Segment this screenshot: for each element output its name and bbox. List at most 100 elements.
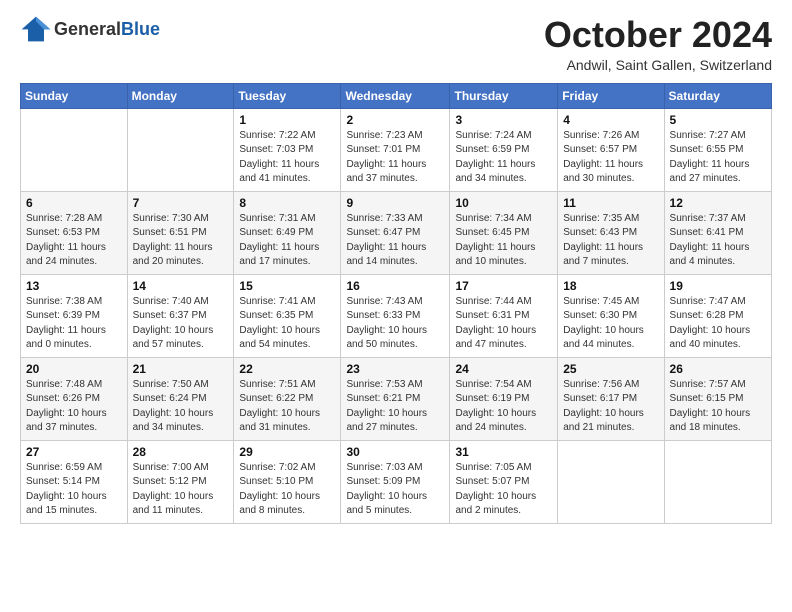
day-number: 2 bbox=[346, 113, 444, 127]
day-info: Sunrise: 7:48 AMSunset: 6:26 PMDaylight:… bbox=[26, 378, 122, 436]
calendar-cell: 16Sunrise: 7:43 AMSunset: 6:33 PMDayligh… bbox=[341, 274, 450, 357]
day-info: Sunrise: 7:34 AMSunset: 6:45 PMDaylight:… bbox=[455, 212, 552, 270]
calendar-cell: 31 Sunrise: 7:05 AMSunset: 5:07 PMDayligh… bbox=[450, 440, 558, 523]
day-number: 16 bbox=[346, 279, 444, 293]
day-info: Sunrise: 7:31 AMSunset: 6:49 PMDaylight:… bbox=[239, 212, 335, 270]
day-number: 24 bbox=[455, 362, 552, 376]
location: Andwil, Saint Gallen, Switzerland bbox=[544, 57, 772, 73]
day-number: 26 bbox=[670, 362, 766, 376]
day-number: 23 bbox=[346, 362, 444, 376]
day-number: 10 bbox=[455, 196, 552, 210]
day-number: 31 bbox=[455, 445, 552, 459]
calendar-cell: 6 Sunrise: 7:28 AMSunset: 6:53 PMDaylight… bbox=[21, 191, 128, 274]
day-info: Sunrise: 7:41 AMSunset: 6:35 PMDaylight:… bbox=[239, 295, 335, 353]
day-info: Sunrise: 7:00 AMSunset: 5:12 PMDaylight:… bbox=[133, 461, 229, 519]
calendar-cell: 7 Sunrise: 7:30 AMSunset: 6:51 PMDaylight… bbox=[127, 191, 234, 274]
day-info: Sunrise: 7:38 AMSunset: 6:39 PMDaylight:… bbox=[26, 295, 122, 353]
day-number: 4 bbox=[563, 113, 658, 127]
day-number: 18 bbox=[563, 279, 658, 293]
calendar-cell bbox=[21, 108, 128, 191]
day-info: Sunrise: 7:35 AMSunset: 6:43 PMDaylight:… bbox=[563, 212, 658, 270]
day-info: Sunrise: 6:59 AMSunset: 5:14 PMDaylight:… bbox=[26, 461, 122, 519]
day-info: Sunrise: 7:40 AMSunset: 6:37 PMDaylight:… bbox=[133, 295, 229, 353]
calendar-cell: 25 Sunrise: 7:56 AMSunset: 6:17 PMDayligh… bbox=[558, 357, 664, 440]
header: GeneralBlue October 2024 Andwil, Saint G… bbox=[20, 15, 772, 73]
logo-general-text: General bbox=[54, 19, 121, 39]
day-info: Sunrise: 7:02 AMSunset: 5:10 PMDaylight:… bbox=[239, 461, 335, 519]
calendar-cell: 22 Sunrise: 7:51 AMSunset: 6:22 PMDayligh… bbox=[234, 357, 341, 440]
calendar-cell: 12 Sunrise: 7:37 AMSunset: 6:41 PMDayligh… bbox=[664, 191, 771, 274]
day-info: Sunrise: 7:56 AMSunset: 6:17 PMDaylight:… bbox=[563, 378, 658, 436]
calendar-cell: 18 Sunrise: 7:45 AMSunset: 6:30 PMDayligh… bbox=[558, 274, 664, 357]
day-number: 14 bbox=[133, 279, 229, 293]
calendar-cell: 14 Sunrise: 7:40 AMSunset: 6:37 PMDayligh… bbox=[127, 274, 234, 357]
col-friday: Friday bbox=[558, 83, 664, 108]
calendar-cell: 29 Sunrise: 7:02 AMSunset: 5:10 PMDayligh… bbox=[234, 440, 341, 523]
day-info: Sunrise: 7:24 AMSunset: 6:59 PMDaylight:… bbox=[455, 129, 552, 187]
logo: GeneralBlue bbox=[20, 15, 160, 43]
calendar-cell bbox=[558, 440, 664, 523]
calendar-cell: 19Sunrise: 7:47 AMSunset: 6:28 PMDayligh… bbox=[664, 274, 771, 357]
day-info: Sunrise: 7:50 AMSunset: 6:24 PMDaylight:… bbox=[133, 378, 229, 436]
calendar-cell: 24 Sunrise: 7:54 AMSunset: 6:19 PMDayligh… bbox=[450, 357, 558, 440]
day-number: 28 bbox=[133, 445, 229, 459]
day-number: 3 bbox=[455, 113, 552, 127]
day-number: 1 bbox=[239, 113, 335, 127]
calendar-cell bbox=[127, 108, 234, 191]
calendar-cell: 17Sunrise: 7:44 AMSunset: 6:31 PMDayligh… bbox=[450, 274, 558, 357]
day-number: 6 bbox=[26, 196, 122, 210]
col-sunday: Sunday bbox=[21, 83, 128, 108]
calendar-week-row-2: 6 Sunrise: 7:28 AMSunset: 6:53 PMDaylight… bbox=[21, 191, 772, 274]
calendar-cell: 30 Sunrise: 7:03 AMSunset: 5:09 PMDayligh… bbox=[341, 440, 450, 523]
day-number: 29 bbox=[239, 445, 335, 459]
calendar-cell: 10 Sunrise: 7:34 AMSunset: 6:45 PMDayligh… bbox=[450, 191, 558, 274]
day-number: 27 bbox=[26, 445, 122, 459]
day-number: 22 bbox=[239, 362, 335, 376]
day-info: Sunrise: 7:37 AMSunset: 6:41 PMDaylight:… bbox=[670, 212, 766, 270]
logo-icon bbox=[20, 15, 52, 43]
calendar-cell: 9 Sunrise: 7:33 AMSunset: 6:47 PMDaylight… bbox=[341, 191, 450, 274]
day-number: 21 bbox=[133, 362, 229, 376]
calendar-cell: 23 Sunrise: 7:53 AMSunset: 6:21 PMDayligh… bbox=[341, 357, 450, 440]
calendar-cell: 4Sunrise: 7:26 AMSunset: 6:57 PMDaylight… bbox=[558, 108, 664, 191]
calendar-week-row-4: 20 Sunrise: 7:48 AMSunset: 6:26 PMDayligh… bbox=[21, 357, 772, 440]
month-title: October 2024 bbox=[544, 15, 772, 55]
day-info: Sunrise: 7:28 AMSunset: 6:53 PMDaylight:… bbox=[26, 212, 122, 270]
calendar-cell: 27 Sunrise: 6:59 AMSunset: 5:14 PMDayligh… bbox=[21, 440, 128, 523]
day-info: Sunrise: 7:44 AMSunset: 6:31 PMDaylight:… bbox=[455, 295, 552, 353]
day-number: 9 bbox=[346, 196, 444, 210]
day-info: Sunrise: 7:03 AMSunset: 5:09 PMDaylight:… bbox=[346, 461, 444, 519]
calendar-cell: 28 Sunrise: 7:00 AMSunset: 5:12 PMDayligh… bbox=[127, 440, 234, 523]
calendar-week-row-1: 1 Sunrise: 7:22 AMSunset: 7:03 PMDaylight… bbox=[21, 108, 772, 191]
day-info: Sunrise: 7:22 AMSunset: 7:03 PMDaylight:… bbox=[239, 129, 335, 187]
day-info: Sunrise: 7:47 AMSunset: 6:28 PMDaylight:… bbox=[670, 295, 766, 353]
logo-blue-text: Blue bbox=[121, 19, 160, 39]
day-info: Sunrise: 7:57 AMSunset: 6:15 PMDaylight:… bbox=[670, 378, 766, 436]
calendar-cell: 20 Sunrise: 7:48 AMSunset: 6:26 PMDayligh… bbox=[21, 357, 128, 440]
day-info: Sunrise: 7:54 AMSunset: 6:19 PMDaylight:… bbox=[455, 378, 552, 436]
calendar-table: Sunday Monday Tuesday Wednesday Thursday… bbox=[20, 83, 772, 524]
calendar-header-row: Sunday Monday Tuesday Wednesday Thursday… bbox=[21, 83, 772, 108]
day-number: 13 bbox=[26, 279, 122, 293]
day-number: 30 bbox=[346, 445, 444, 459]
day-info: Sunrise: 7:53 AMSunset: 6:21 PMDaylight:… bbox=[346, 378, 444, 436]
day-info: Sunrise: 7:23 AMSunset: 7:01 PMDaylight:… bbox=[346, 129, 444, 187]
day-number: 12 bbox=[670, 196, 766, 210]
day-number: 5 bbox=[670, 113, 766, 127]
day-info: Sunrise: 7:33 AMSunset: 6:47 PMDaylight:… bbox=[346, 212, 444, 270]
col-thursday: Thursday bbox=[450, 83, 558, 108]
calendar-cell: 26 Sunrise: 7:57 AMSunset: 6:15 PMDayligh… bbox=[664, 357, 771, 440]
day-info: Sunrise: 7:05 AMSunset: 5:07 PMDaylight:… bbox=[455, 461, 552, 519]
day-number: 7 bbox=[133, 196, 229, 210]
page: GeneralBlue October 2024 Andwil, Saint G… bbox=[0, 0, 792, 612]
calendar-cell: 2 Sunrise: 7:23 AMSunset: 7:01 PMDaylight… bbox=[341, 108, 450, 191]
day-number: 20 bbox=[26, 362, 122, 376]
calendar-cell: 8Sunrise: 7:31 AMSunset: 6:49 PMDaylight… bbox=[234, 191, 341, 274]
calendar-cell: 15Sunrise: 7:41 AMSunset: 6:35 PMDayligh… bbox=[234, 274, 341, 357]
calendar-cell: 3 Sunrise: 7:24 AMSunset: 6:59 PMDaylight… bbox=[450, 108, 558, 191]
day-info: Sunrise: 7:30 AMSunset: 6:51 PMDaylight:… bbox=[133, 212, 229, 270]
day-number: 25 bbox=[563, 362, 658, 376]
calendar-week-row-5: 27 Sunrise: 6:59 AMSunset: 5:14 PMDayligh… bbox=[21, 440, 772, 523]
day-info: Sunrise: 7:45 AMSunset: 6:30 PMDaylight:… bbox=[563, 295, 658, 353]
day-info: Sunrise: 7:51 AMSunset: 6:22 PMDaylight:… bbox=[239, 378, 335, 436]
